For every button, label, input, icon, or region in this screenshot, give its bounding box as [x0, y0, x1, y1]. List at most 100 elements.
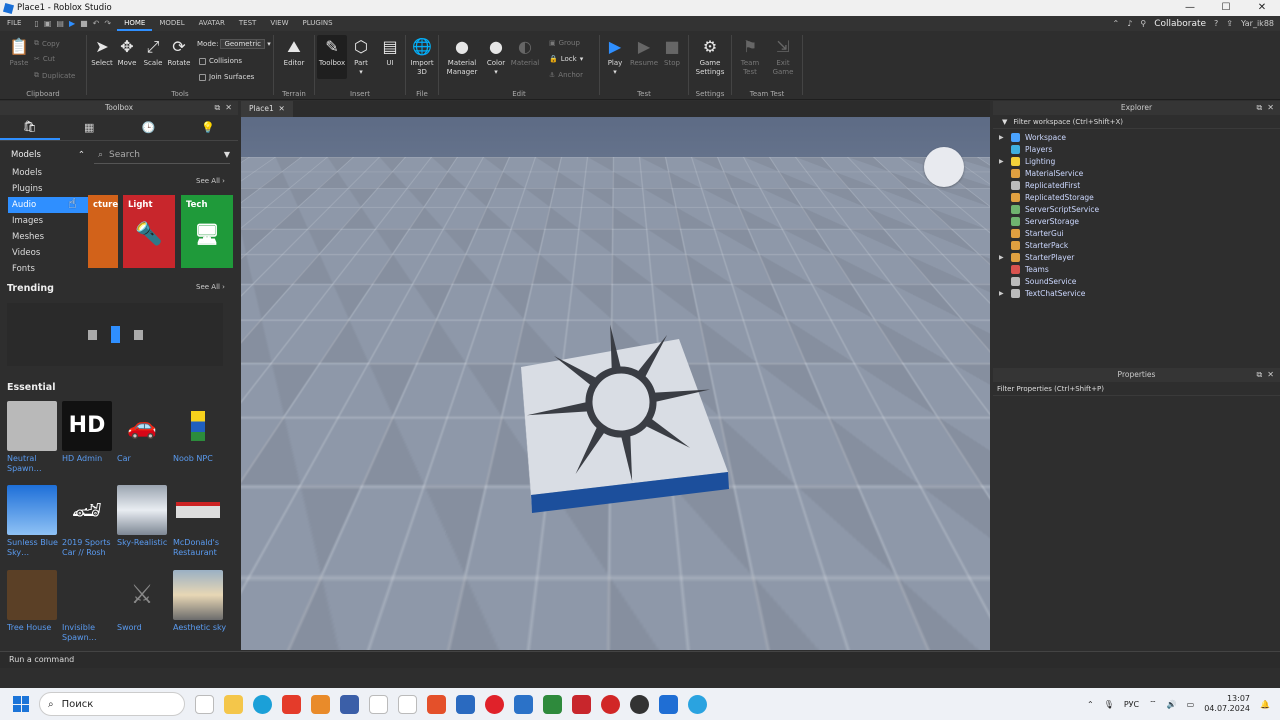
microphone-icon[interactable]: 🎙: [1104, 700, 1114, 709]
resume-button[interactable]: ▶ Resume: [629, 35, 659, 68]
close-tab-icon[interactable]: ✕: [279, 104, 285, 113]
close-panel-icon[interactable]: ✕: [1267, 370, 1274, 379]
close-panel-icon[interactable]: ✕: [1267, 103, 1274, 112]
record-app-icon[interactable]: [630, 695, 649, 714]
tab-creations[interactable]: 💡: [179, 115, 239, 140]
filter-icon[interactable]: ▼: [224, 150, 230, 159]
opera-app-icon[interactable]: [485, 695, 504, 714]
expand-arrow-icon[interactable]: ▶: [999, 134, 1011, 141]
see-all-categories-link[interactable]: See All ›: [196, 177, 225, 185]
redo-icon[interactable]: ↷: [104, 19, 111, 28]
explorer-node-players[interactable]: Players: [993, 143, 1280, 155]
3d-scene[interactable]: [241, 117, 990, 650]
windows-start-icon[interactable]: [13, 696, 29, 712]
excel-app-icon[interactable]: [543, 695, 562, 714]
category-select[interactable]: Models ⌃: [6, 146, 88, 164]
mode-selector[interactable]: Mode: Geometric ▾: [197, 39, 271, 49]
list-item[interactable]: HD HD Admin: [62, 401, 116, 464]
explorer-node-replicatedfirst[interactable]: ReplicatedFirst: [993, 179, 1280, 191]
terrain-editor-button[interactable]: ⛰ Editor: [279, 35, 309, 68]
lock-button[interactable]: 🔒 Lock ▾: [549, 55, 583, 63]
category-card-tech[interactable]: Tech 🖥: [181, 195, 233, 268]
expand-arrow-icon[interactable]: ▶: [999, 290, 1011, 297]
list-item[interactable]: 🚗 Car: [117, 401, 171, 464]
explorer-node-starterpack[interactable]: StarterPack: [993, 239, 1280, 251]
tab-recent[interactable]: 🕒: [119, 115, 179, 140]
roblox-studio-app-icon[interactable]: [659, 695, 678, 714]
properties-filter[interactable]: Filter Properties (Ctrl+Shift+P): [993, 382, 1280, 396]
minimize-button[interactable]: —: [1172, 0, 1208, 16]
list-item[interactable]: Tree House: [7, 570, 61, 633]
yandex-y-app-icon[interactable]: [601, 695, 620, 714]
undo-icon[interactable]: ↶: [93, 19, 100, 28]
search-input[interactable]: Search: [109, 150, 140, 160]
pop-out-icon[interactable]: ⧉: [1256, 370, 1262, 379]
menu-file[interactable]: FILE: [0, 16, 28, 31]
dropdown-option-fonts[interactable]: Fonts: [8, 261, 88, 277]
play-button[interactable]: ▶ Play ▾: [600, 35, 630, 77]
copy-button[interactable]: ⧉ Copy: [34, 39, 60, 48]
tab-marketplace[interactable]: 🛍: [0, 115, 60, 140]
notification-bell-icon[interactable]: 🔔: [1260, 700, 1270, 709]
dropdown-option-models[interactable]: Models: [8, 165, 88, 181]
join-surfaces-checkbox[interactable]: Join Surfaces: [199, 73, 254, 81]
settings-app-icon[interactable]: [340, 695, 359, 714]
command-input[interactable]: Run a command: [9, 655, 74, 664]
properties-filter-input[interactable]: Filter Properties (Ctrl+Shift+P): [997, 385, 1104, 393]
expand-arrow-icon[interactable]: ▶: [999, 254, 1011, 261]
stop-quick-icon[interactable]: ■: [80, 19, 88, 28]
import-3d-button[interactable]: 🌐 Import 3D: [407, 35, 437, 77]
tab-place1[interactable]: Place1 ✕: [241, 101, 293, 117]
ui-button[interactable]: ▤ UI: [375, 35, 405, 68]
document-app-icon[interactable]: [398, 695, 417, 714]
help-icon[interactable]: ?: [1214, 19, 1218, 28]
expand-arrow-icon[interactable]: ▶: [999, 158, 1011, 165]
menu-plugins[interactable]: PLUGINS: [296, 16, 340, 31]
notifications-icon[interactable]: ♪: [1127, 19, 1132, 28]
language-indicator[interactable]: РУС: [1124, 700, 1139, 709]
explorer-node-materialservice[interactable]: MaterialService: [993, 167, 1280, 179]
explorer-node-starterplayer[interactable]: ▶ StarterPlayer: [993, 251, 1280, 263]
edge-app-icon[interactable]: [253, 695, 272, 714]
explorer-node-serverscriptservice[interactable]: ServerScriptService: [993, 203, 1280, 215]
close-panel-icon[interactable]: ✕: [225, 103, 232, 112]
volume-icon[interactable]: 🔊: [1167, 700, 1177, 709]
pop-out-icon[interactable]: ⧉: [1256, 103, 1262, 112]
list-item[interactable]: 🏎 2019 Sports Car // Rosh: [62, 485, 116, 558]
yandex-music-app-icon[interactable]: [572, 695, 591, 714]
list-item[interactable]: Invisible Spawn…: [62, 570, 116, 643]
screen-app-icon[interactable]: [514, 695, 533, 714]
yandex-browser-app-icon[interactable]: [311, 695, 330, 714]
list-item[interactable]: McDonald's Restaurant: [173, 485, 227, 558]
pop-out-icon[interactable]: ⧉: [214, 103, 220, 112]
game-settings-button[interactable]: ⚙ Game Settings: [695, 35, 725, 77]
new-file-icon[interactable]: ▯: [34, 19, 38, 28]
toolbox-button[interactable]: ✎ Toolbox: [317, 35, 347, 79]
stop-button[interactable]: ■ Stop: [657, 35, 687, 68]
open-icon[interactable]: ▣: [44, 19, 52, 28]
material-manager-button[interactable]: ● Material Manager: [445, 35, 479, 77]
explorer-node-soundservice[interactable]: SoundService: [993, 275, 1280, 287]
taskbar-search[interactable]: ⌕ Поиск: [39, 692, 185, 716]
dropdown-option-meshes[interactable]: Meshes: [8, 229, 88, 245]
list-item[interactable]: Noob NPC: [173, 401, 227, 464]
save-icon[interactable]: ▤: [56, 19, 64, 28]
material-button[interactable]: ◐ Material: [509, 35, 541, 68]
see-all-trending-link[interactable]: See All ›: [196, 283, 225, 291]
toolbox-search[interactable]: ⌕ Search ▼: [94, 146, 230, 164]
part-button[interactable]: ⬡ Part ▾: [346, 35, 376, 77]
menu-test[interactable]: TEST: [232, 16, 263, 31]
file-app-icon[interactable]: [195, 695, 214, 714]
menu-model[interactable]: MODEL: [152, 16, 191, 31]
wifi-icon[interactable]: ⌔: [1149, 699, 1157, 709]
tab-inventory[interactable]: ▦: [60, 115, 120, 140]
battery-icon[interactable]: ▭: [1187, 700, 1195, 709]
explorer-node-replicatedstorage[interactable]: ReplicatedStorage: [993, 191, 1280, 203]
play-quick-icon[interactable]: ▶: [69, 19, 75, 28]
exit-game-button[interactable]: ⇲ Exit Game: [768, 35, 798, 77]
list-item[interactable]: Sky-Realistic: [117, 485, 171, 548]
explorer-filter[interactable]: ▼ Filter workspace (Ctrl+Shift+X): [993, 115, 1280, 129]
command-bar[interactable]: Run a command: [0, 651, 1280, 668]
dropdown-option-videos[interactable]: Videos: [8, 245, 88, 261]
explorer-filter-input[interactable]: Filter workspace (Ctrl+Shift+X): [1013, 118, 1123, 126]
